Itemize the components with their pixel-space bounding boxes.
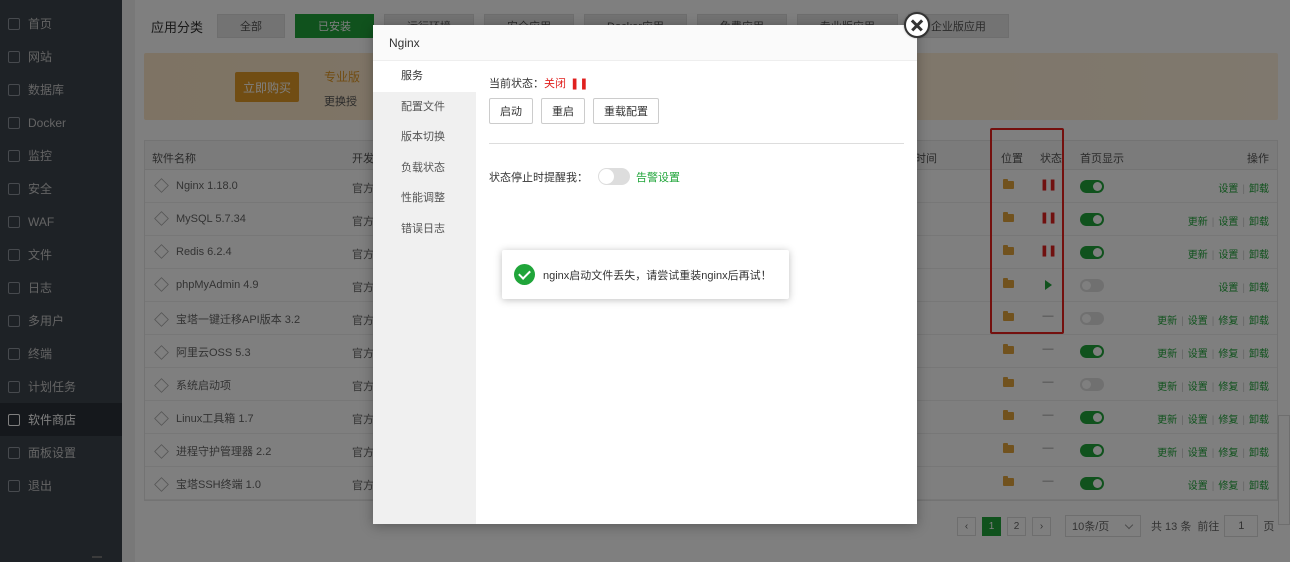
modal-nav: 服务 配置文件 版本切换 负载状态 性能调整 错误日志 bbox=[373, 61, 476, 524]
success-check-icon bbox=[514, 264, 535, 285]
modal-title: Nginx bbox=[373, 25, 917, 61]
reload-config-button[interactable]: 重载配置 bbox=[593, 98, 659, 124]
modal-nav-item[interactable]: 服务 bbox=[373, 61, 476, 92]
modal-nav-item[interactable]: 版本切换 bbox=[373, 122, 476, 153]
alarm-setting: 状态停止时提醒我： 告警设置 bbox=[489, 168, 680, 185]
close-modal-button[interactable] bbox=[904, 12, 930, 38]
start-button[interactable]: 启动 bbox=[489, 98, 533, 124]
stopped-icon: ❚❚ bbox=[570, 78, 589, 90]
modal-nav-item[interactable]: 性能调整 bbox=[373, 183, 476, 214]
restart-button[interactable]: 重启 bbox=[541, 98, 585, 124]
alarm-settings-link[interactable]: 告警设置 bbox=[636, 169, 680, 185]
alarm-toggle[interactable] bbox=[598, 168, 630, 185]
status-value: 关闭 bbox=[544, 78, 566, 90]
modal-nav-item[interactable]: 错误日志 bbox=[373, 214, 476, 245]
modal-nav-item[interactable]: 负载状态 bbox=[373, 153, 476, 184]
alarm-label: 状态停止时提醒我： bbox=[489, 171, 588, 184]
divider bbox=[489, 143, 904, 144]
service-status: 当前状态：关闭 ❚❚ bbox=[489, 75, 588, 91]
status-label: 当前状态： bbox=[489, 78, 544, 90]
toast-text: nginx启动文件丢失，请尝试重装nginx后再试！ bbox=[543, 269, 772, 282]
modal-nav-item[interactable]: 配置文件 bbox=[373, 92, 476, 123]
toast-message: nginx启动文件丢失，请尝试重装nginx后再试！ bbox=[502, 250, 789, 299]
